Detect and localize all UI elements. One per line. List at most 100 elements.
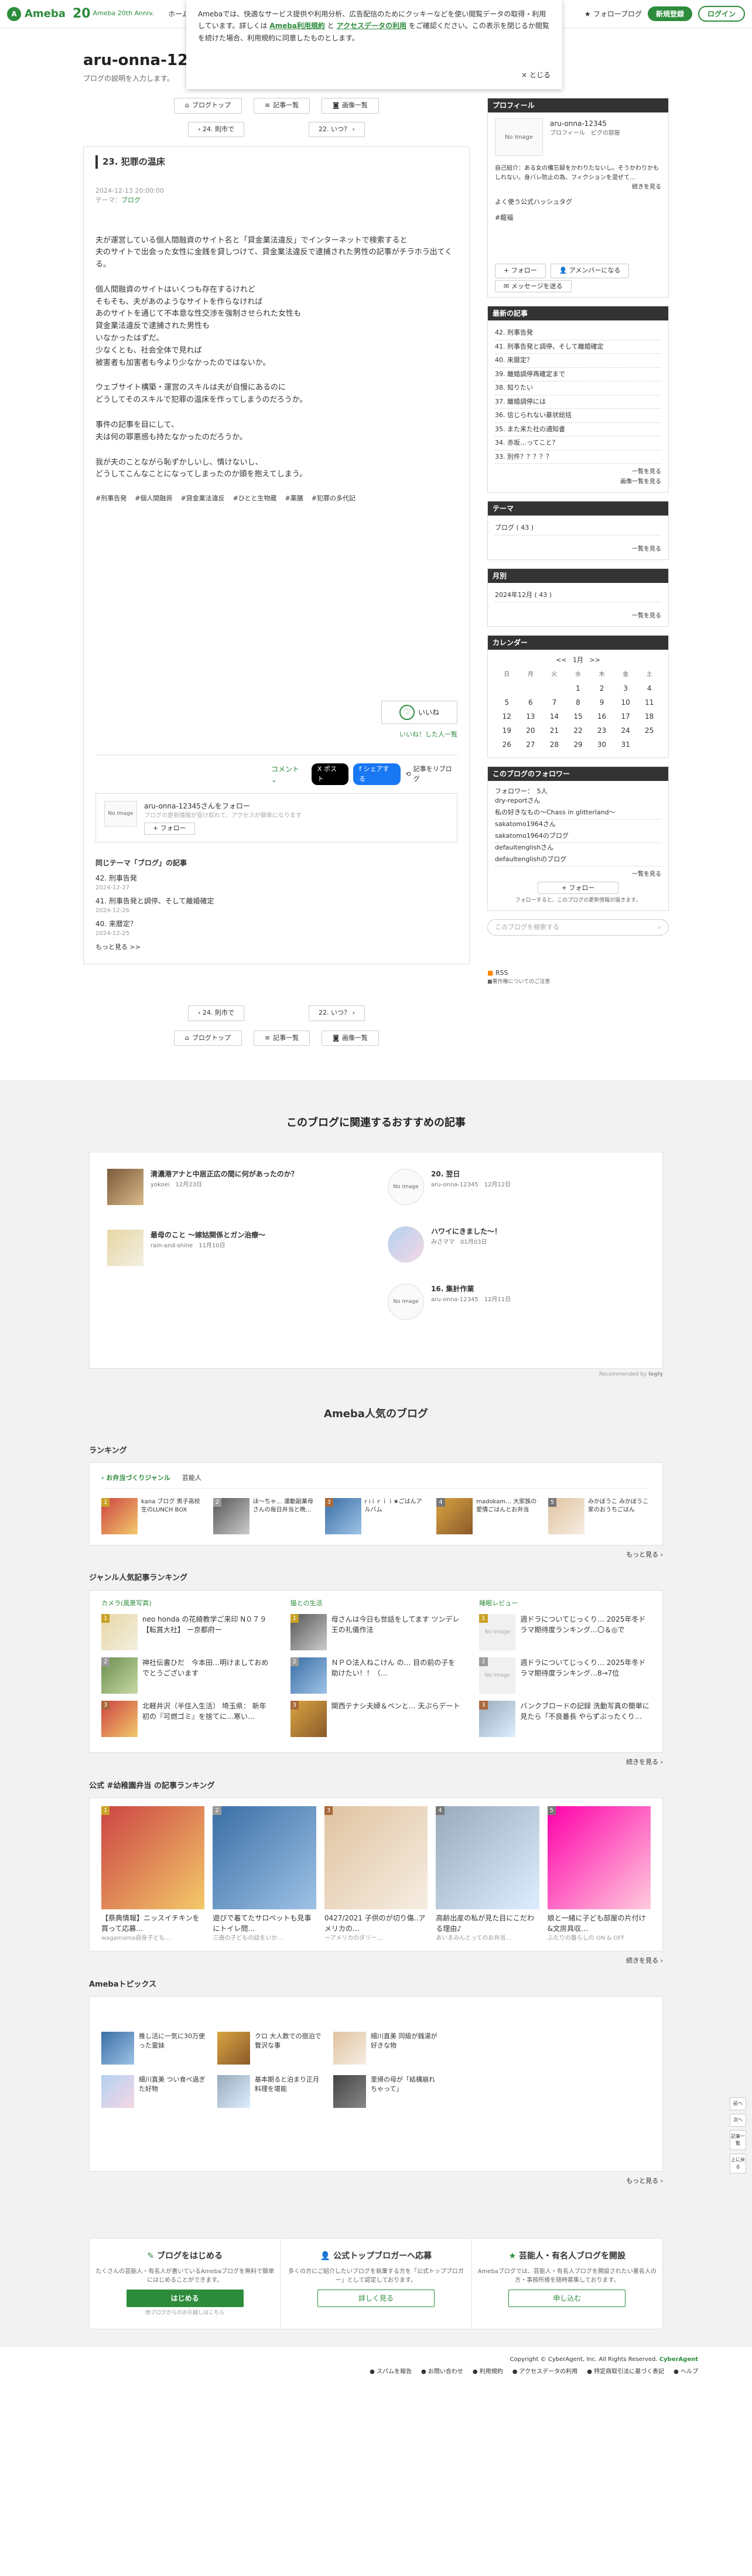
genre-thumbnail[interactable]: No Image 2	[479, 1657, 516, 1694]
ranking-item[interactable]: 5 みかぼうこ みかぼうこ家のおうちごはん	[548, 1497, 651, 1534]
hashtag-link[interactable]: #個人間融資	[135, 494, 172, 504]
calendar-day[interactable]: 15	[566, 709, 590, 724]
follower-item[interactable]: defaultenglishさん	[495, 843, 661, 853]
topic-text[interactable]: 細川直美 つい食べ過ぎた好物	[139, 2075, 207, 2108]
genre-head[interactable]: 睡眠レビュー	[479, 1599, 651, 1609]
recommend-thumbnail[interactable]	[107, 1169, 143, 1206]
footer-link[interactable]: ● お問い合わせ	[421, 2367, 463, 2376]
calendar-day[interactable]: 25	[637, 724, 661, 738]
footer-link[interactable]: ● アクセスデータの利用	[512, 2367, 577, 2376]
genre-text[interactable]: 週ドラについてじっくり… 2025年冬ドラマ期待度ランキング…〇＆◎で	[520, 1614, 651, 1650]
ranking-item[interactable]: 2 ほ〜ちゃ… 運動副業母さんの毎日弁当と晩…	[213, 1497, 316, 1534]
blog-top-button[interactable]: ⌂ ブログトップ	[174, 98, 242, 114]
image-list-button[interactable]: ◙ 画像一覧	[322, 98, 379, 114]
prev-entry-button-bottom[interactable]: ‹ 24. 則市で	[188, 1005, 244, 1021]
tab-geinoujin[interactable]: 芸能人	[182, 1473, 201, 1483]
recommend-title[interactable]: 20. 翌日	[431, 1169, 511, 1179]
recommend-item[interactable]: ハワイにきました〜！ みさママ 01月03日	[388, 1226, 645, 1263]
cta-button[interactable]: 申し込む	[508, 2289, 626, 2307]
genre-text[interactable]: バンクブロードの記録 洗動写真の簡単に見たら「不良番長 やらずぶったくり…	[520, 1701, 651, 1737]
ranking-more-link[interactable]: もっと見る ›	[89, 1550, 663, 1560]
follow-button[interactable]: + フォロー	[144, 823, 195, 835]
profile-avatar[interactable]: No Image	[495, 118, 543, 156]
genre-text[interactable]: 関西テナシ夫婦＆ペンと… 天ぷらデート	[331, 1701, 460, 1737]
hashtag-rank-thumbnail[interactable]: 2	[213, 1806, 316, 1910]
recent-entry-item[interactable]: 42. 刑事告発	[495, 326, 661, 340]
calendar-day[interactable]: 3	[614, 681, 638, 695]
hashtag-link[interactable]: #ひとと生物蔵	[233, 494, 277, 504]
genre-text[interactable]: neo honda の花綺教学ご来印 N０７９ 【転賞大社】 ー京都府ー	[142, 1614, 273, 1650]
genre-text[interactable]: ＮＰＯ法人ねこけん の… 目の前の子を助けたい！！（…	[331, 1657, 462, 1694]
hashtag-rank-item[interactable]: 1 【祭典情報】ニッスイチキンを買って応募… wagamama自身子ども…	[101, 1806, 205, 1943]
calendar-day[interactable]: 14	[542, 709, 566, 724]
calendar-day[interactable]: 28	[542, 738, 566, 752]
recent-entry-item[interactable]: 34. 赤坂…ってこと？	[495, 436, 661, 451]
genre-thumbnail[interactable]: No Image 1	[479, 1614, 516, 1651]
ranking-thumbnail[interactable]: 3	[324, 1497, 361, 1534]
profile-name[interactable]: aru-onna-12345	[550, 118, 620, 129]
calendar-day[interactable]: 22	[566, 724, 590, 738]
hashtag-rank-thumbnail[interactable]: 1	[101, 1806, 205, 1910]
footer-link[interactable]: ● 利用規約	[473, 2367, 503, 2376]
follow-blog-link[interactable]: ★ フォローブログ	[584, 9, 642, 19]
footer-link[interactable]: ● 特定商取引法に基づく表記	[587, 2367, 664, 2376]
topic-text[interactable]: 基本期ると泊まり正月料理を堪能	[255, 2075, 323, 2108]
profile-follow-button[interactable]: + フォロー	[495, 264, 546, 278]
next-entry-button[interactable]: 22. いつ？ ›	[309, 121, 365, 137]
topic-thumbnail[interactable]	[217, 2032, 250, 2065]
avatar[interactable]: No Image	[388, 1169, 424, 1206]
genre-text[interactable]: 神社伝書ひだ 今本田…明けましておめでとうございます	[142, 1657, 273, 1694]
cta-button[interactable]: はじめる	[126, 2289, 244, 2307]
genre-text[interactable]: 母さんは今日も世話をしてます ツンデレ王の礼儀作法	[331, 1614, 462, 1650]
calendar-day[interactable]: 4	[637, 681, 661, 695]
calendar-day[interactable]: 30	[590, 738, 614, 752]
access-data-link[interactable]: アクセスデータの利用	[337, 22, 406, 30]
recent-entry-item[interactable]: 38. 知りたい	[495, 381, 661, 395]
hashtag-rank-thumbnail[interactable]: 5	[547, 1806, 651, 1910]
genre-thumbnail[interactable]: 1	[290, 1614, 327, 1651]
genre-item[interactable]: No Image 1 週ドラについてじっくり… 2025年冬ドラマ期待度ランキング……	[479, 1614, 651, 1651]
hashtag-rank-thumbnail[interactable]: 3	[324, 1806, 428, 1910]
calendar-day[interactable]: 17	[614, 709, 638, 724]
followers-more-link[interactable]: 一覧を見る	[495, 870, 661, 879]
genre-item[interactable]: 1 neo honda の花綺教学ご来印 N０７９ 【転賞大社】 ー京都府ー	[101, 1614, 273, 1651]
calendar-day[interactable]: 18	[637, 709, 661, 724]
genre-head[interactable]: 猫との生活	[290, 1599, 462, 1609]
recommend-title[interactable]: 最母のこと 〜嫁姑関係とガン治療〜	[151, 1230, 265, 1240]
genre-thumbnail[interactable]: 1	[101, 1614, 138, 1651]
genre-item[interactable]: 3 北軽井沢（半住入生活） 埼玉県： 新年初の『可燃ゴミ』を捨てに…寒い…	[101, 1701, 273, 1738]
calendar-next[interactable]: >>	[590, 656, 600, 664]
calendar-day[interactable]: 13	[519, 709, 543, 724]
related-item[interactable]: 41. 刑事告発と調停、そして離婚確定 2024-12-26	[95, 896, 457, 915]
profile-links[interactable]: プロフィール ピグの部屋	[550, 129, 620, 138]
comment-link[interactable]: コメント ⌄	[271, 764, 307, 785]
follower-item[interactable]: dry-reportさん	[495, 796, 661, 806]
recent-entry-item[interactable]: 33. 別件？？？？？	[495, 451, 661, 464]
footer-link[interactable]: ● ヘルプ	[674, 2367, 698, 2376]
ranking-name[interactable]: kana ブログ 男子高校生のLUNCH BOX	[141, 1498, 204, 1534]
blog-top-button-bottom[interactable]: ⌂ ブログトップ	[174, 1030, 242, 1046]
theme-item[interactable]: ブログ ( 43 )	[495, 521, 661, 535]
hashtag-rank-item[interactable]: 4 高齢出産の私が見た目にこだわる理由♪ あいまみんとってのお弁当…	[436, 1806, 539, 1943]
calendar-day[interactable]: 29	[566, 738, 590, 752]
iine-user-list-link[interactable]: いいね！した人一覧	[95, 730, 457, 740]
recent-entry-item[interactable]: 39. 離婚調停再確定まで	[495, 368, 661, 381]
monthly-item[interactable]: 2024年12月 ( 43 )	[495, 589, 661, 602]
genre-item[interactable]: 1 母さんは今日も世話をしてます ツンデレ王の礼儀作法	[290, 1614, 462, 1651]
profile-hashtag[interactable]: #龍福	[495, 213, 661, 223]
topic-item[interactable]: 細川直美 同級が銭湯が好きな物	[333, 2032, 439, 2065]
recommend-item[interactable]: 清濃港アナと中居正広の間に何があったのか？ yokoei 12月23日	[107, 1169, 364, 1206]
followers-follow-button[interactable]: + フォロー	[537, 882, 619, 894]
rss-link[interactable]: ■ RSS	[487, 969, 508, 977]
recent-entry-item[interactable]: 40. 来暦定？	[495, 354, 661, 368]
ranking-item[interactable]: 3 r i i ｒｉｉ★ごはんアルバム	[324, 1497, 428, 1534]
calendar-day[interactable]: 11	[637, 695, 661, 709]
theme-more-link[interactable]: 一覧を見る	[495, 545, 661, 554]
related-more-link[interactable]: もっと見る >>	[95, 943, 141, 951]
message-button[interactable]: ✉ メッセージを送る	[495, 279, 572, 292]
calendar-prev[interactable]: <<	[556, 656, 566, 664]
float-nav-button[interactable]: 前へ	[730, 2097, 746, 2110]
footer-link[interactable]: ● スパムを報告	[370, 2367, 412, 2376]
follower-item[interactable]: defaultenglishのブログ	[495, 853, 661, 866]
genre-head[interactable]: カメラ(風景写真)	[101, 1599, 273, 1609]
